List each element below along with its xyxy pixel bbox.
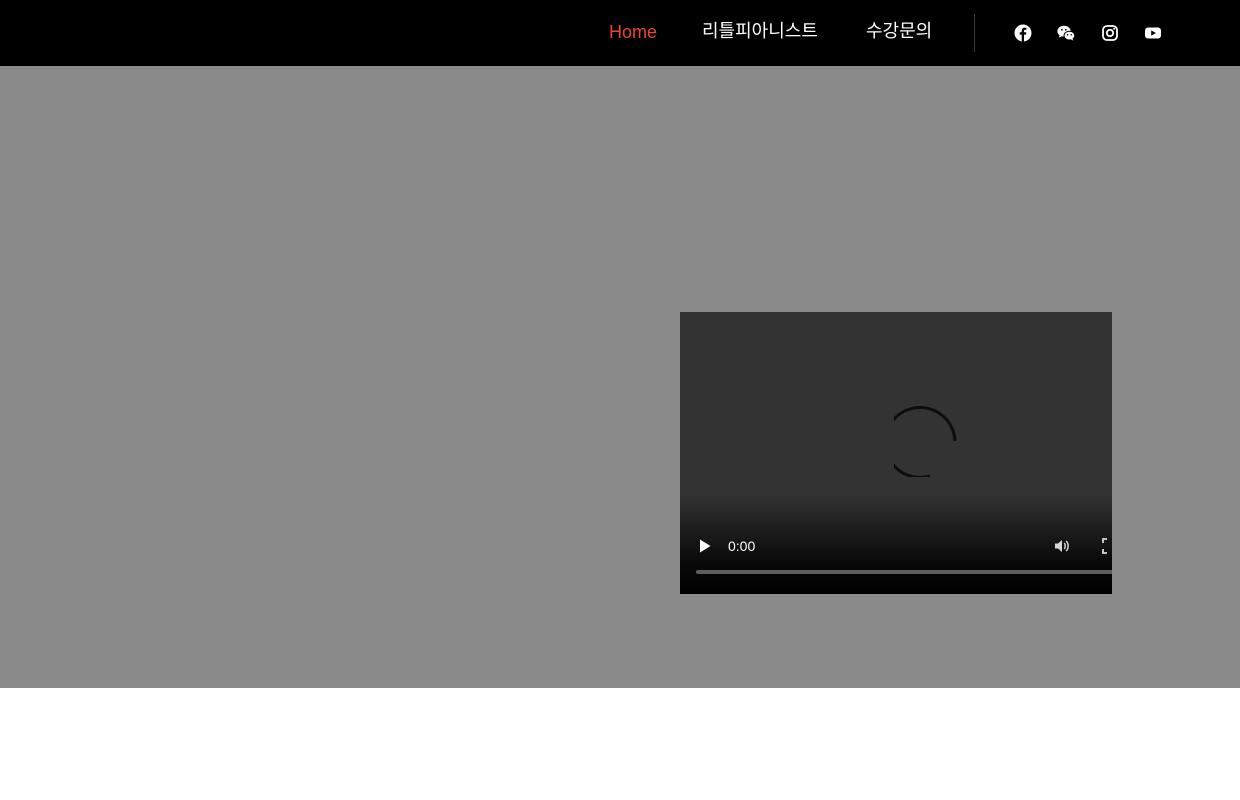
nav-home[interactable]: Home bbox=[609, 20, 657, 44]
fullscreen-icon[interactable] bbox=[1102, 538, 1112, 554]
youtube-icon[interactable] bbox=[1143, 23, 1163, 43]
loading-spinner-icon bbox=[894, 405, 957, 477]
play-icon[interactable] bbox=[698, 538, 712, 554]
facebook-icon[interactable] bbox=[1013, 23, 1033, 43]
nav-course-inquiry[interactable]: 수강문의 bbox=[866, 20, 932, 44]
video-player[interactable]: 0:00 bbox=[680, 312, 1112, 594]
page-content-area bbox=[0, 688, 1240, 800]
instagram-icon[interactable] bbox=[1100, 23, 1120, 43]
wechat-icon[interactable] bbox=[1056, 23, 1076, 43]
video-progress-bar[interactable] bbox=[696, 570, 1112, 574]
top-navigation-bar: Home 리틀피아니스트 수강문의 bbox=[0, 0, 1240, 66]
hero-section: 0:00 bbox=[0, 66, 1240, 688]
page: Home 리틀피아니스트 수강문의 0:00 bbox=[0, 0, 1240, 800]
nav-little-pianist[interactable]: 리틀피아니스트 bbox=[702, 20, 818, 44]
nav-divider bbox=[974, 14, 975, 52]
video-current-time: 0:00 bbox=[728, 538, 756, 554]
volume-icon[interactable] bbox=[1053, 537, 1071, 555]
